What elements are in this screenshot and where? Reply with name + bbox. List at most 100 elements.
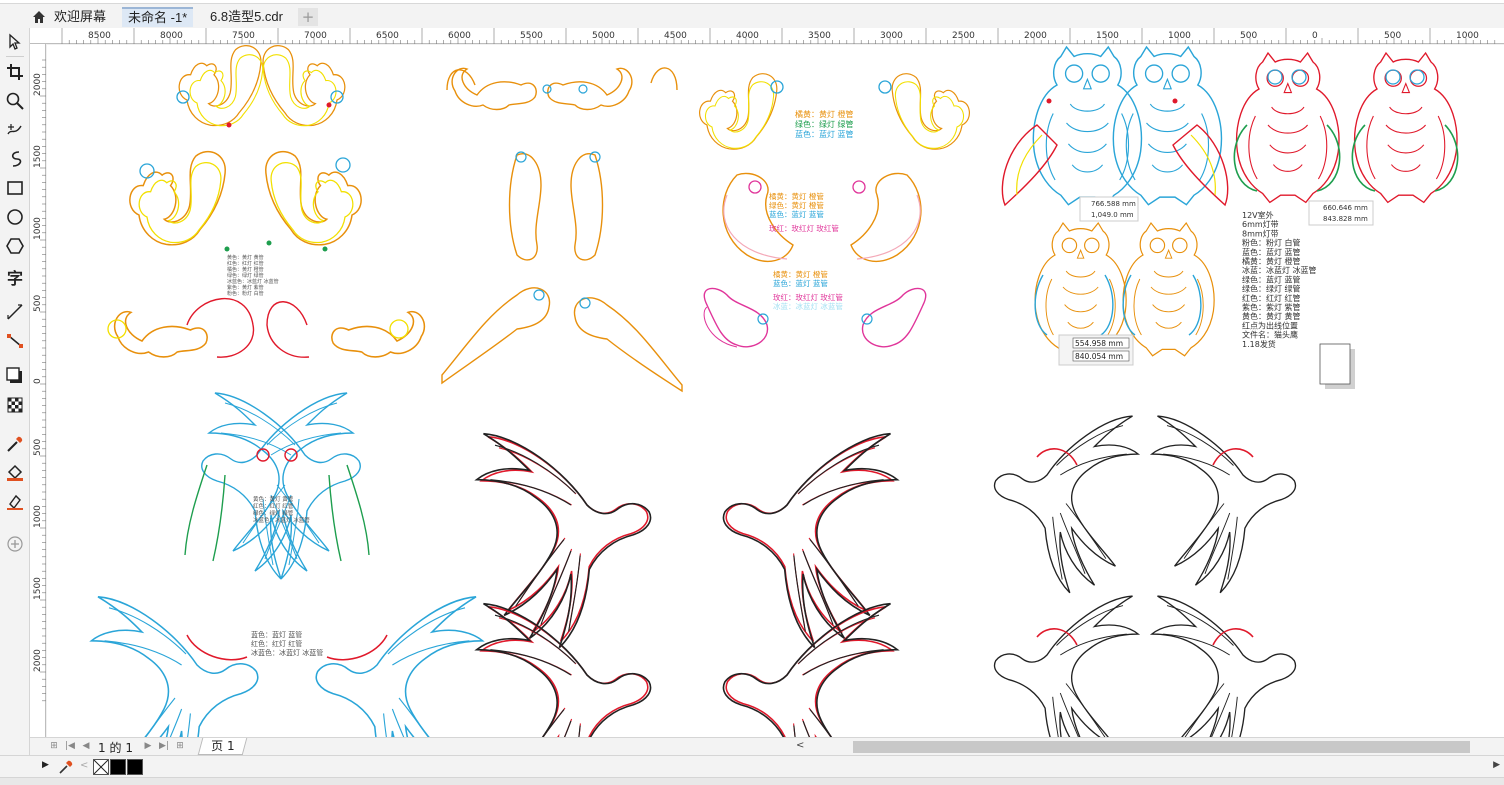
svg-text:660.646 mm: 660.646 mm — [1323, 204, 1368, 212]
ruler-top-label: 7500 — [232, 31, 255, 41]
svg-text:蓝色：蓝灯 蓝管: 蓝色：蓝灯 蓝管 — [795, 129, 854, 139]
interactive-fill-icon[interactable] — [3, 461, 27, 485]
page-counter: 1 的 1 — [98, 741, 133, 755]
svg-text:绿色：绿灯 绿管: 绿色：绿灯 绿管 — [227, 272, 264, 279]
dimension-box-3[interactable]: 554.958 mm 840.054 mm — [1058, 334, 1134, 366]
polygon-tool-icon[interactable] — [3, 234, 27, 258]
swatch-none[interactable] — [93, 759, 109, 775]
smart-fill-icon[interactable] — [3, 490, 27, 514]
ruler-left-label: 0 — [33, 378, 43, 384]
svg-text:绿色：绿灯 绿管: 绿色：绿灯 绿管 — [253, 509, 294, 517]
squirrel-leap-pair[interactable] — [441, 287, 683, 393]
svg-text:橘色：黄灯 橙管: 橘色：黄灯 橙管 — [227, 266, 264, 273]
text-tool-icon[interactable]: 字 — [3, 265, 27, 289]
add-tool-icon[interactable] — [3, 532, 27, 556]
horizontal-scrollbar-thumb[interactable] — [853, 741, 1470, 753]
svg-text:红色：红灯 红管: 红色：红灯 红管 — [227, 260, 264, 267]
insert-page-after-icon[interactable]: ⊞ — [174, 740, 186, 752]
svg-text:红色：红灯 红管: 红色：红灯 红管 — [253, 502, 294, 510]
squirrel-pair-3[interactable] — [107, 298, 426, 358]
transparency-icon[interactable] — [3, 393, 27, 417]
squirrel-notes-2: 橘黄：黄灯 橙管 绿色：绿灯 绿管 蓝色：蓝灯 蓝管 — [795, 109, 854, 139]
owl-note-line: 12V室外 — [1242, 210, 1274, 220]
svg-text:橘黄：黄灯 橙管: 橘黄：黄灯 橙管 — [769, 191, 824, 201]
connector-tool-icon[interactable] — [3, 329, 27, 353]
svg-text:玫红：玫红灯 玫红管: 玫红：玫红灯 玫红管 — [773, 292, 843, 302]
svg-text:黄色：黄灯 黄管: 黄色：黄灯 黄管 — [227, 254, 264, 261]
home-icon[interactable] — [32, 10, 46, 24]
svg-text:绿色：绿灯 绿管: 绿色：绿灯 绿管 — [795, 119, 854, 129]
insert-page-before-icon[interactable]: ⊞ — [48, 740, 60, 752]
tab-untitled[interactable]: 未命名 -1* — [122, 7, 194, 27]
page-tab-1[interactable]: 页 1 — [197, 738, 248, 755]
first-page-icon[interactable]: |◀ — [64, 740, 76, 752]
parrot-pair-red-1[interactable] — [475, 432, 899, 649]
svg-text:554.958 mm: 554.958 mm — [1075, 339, 1123, 348]
menu-strip — [0, 0, 1504, 4]
swatch-black-1[interactable] — [110, 759, 126, 775]
ruler-top-label: 2000 — [1024, 31, 1047, 41]
parallel-dimension-icon[interactable] — [3, 300, 27, 324]
ruler-left-label: 500 — [33, 439, 43, 456]
last-page-icon[interactable]: ▶| — [158, 740, 170, 752]
svg-text:843.828 mm: 843.828 mm — [1323, 215, 1368, 223]
rectangle-tool-icon[interactable] — [3, 176, 27, 200]
artistic-media-icon[interactable] — [3, 147, 27, 171]
vertical-ruler[interactable]: 2000 1500 1000 500 0 500 1000 1500 2000 — [30, 44, 46, 737]
prev-page-icon[interactable]: ◀ — [80, 740, 92, 752]
tab-cdr-file[interactable]: 6.8造型5.cdr — [204, 7, 289, 27]
document-palette: ▶ < ▶ — [0, 755, 1504, 777]
scroll-left-icon[interactable]: < — [796, 740, 804, 751]
ruler-left-label: 1500 — [33, 145, 43, 168]
eyedropper-palette-icon[interactable] — [58, 759, 74, 775]
squirrel-notes-3: 橘黄：黄灯 橙管 绿色：黄灯 橙管 蓝色：蓝灯 蓝管 玫红：玫红灯 玫红管 — [769, 191, 839, 233]
svg-text:橘黄：黄灯 橙管: 橘黄：黄灯 橙管 — [773, 269, 828, 279]
ruler-top-label: 1000 — [1168, 31, 1191, 41]
pick-tool-icon[interactable] — [3, 30, 27, 54]
palette-expand-icon[interactable]: ▶ — [42, 760, 49, 770]
ellipse-tool-icon[interactable] — [3, 205, 27, 229]
squirrel-pair-2[interactable] — [129, 150, 362, 252]
horizontal-ruler[interactable]: 8500 8000 7500 7000 6500 6000 5500 5000 4500 4000… — [30, 28, 1504, 44]
owl-note-line: 文件名：猫头鹰 — [1242, 330, 1298, 340]
svg-text:蓝色：蓝灯 蓝管: 蓝色：蓝灯 蓝管 — [251, 630, 302, 639]
eyedropper-icon[interactable] — [3, 432, 27, 456]
squirrel-climb-pair[interactable] — [508, 151, 604, 261]
svg-text:蓝色：蓝灯 蓝管: 蓝色：蓝灯 蓝管 — [769, 209, 824, 219]
owl-note-line: 红点为出线位置 — [1242, 320, 1298, 330]
page-outline — [1319, 343, 1351, 385]
crop-tool-icon[interactable] — [3, 60, 27, 84]
drawing-canvas[interactable]: 黄色：黄灯 黄管 红色：红灯 红管 橘色：黄灯 橙管 绿色：绿灯 绿管 冰蓝色：… — [47, 45, 1504, 737]
freehand-tool-icon[interactable] — [3, 118, 27, 142]
owl-pair-green[interactable] — [1233, 52, 1459, 204]
svg-text:绿色：黄灯 橙管: 绿色：黄灯 橙管 — [769, 200, 824, 210]
ruler-left-label: 2000 — [33, 649, 43, 672]
add-tab-button[interactable]: + — [298, 8, 318, 26]
next-page-icon[interactable]: ▶ — [142, 740, 154, 752]
toolbox: 字 — [0, 28, 30, 755]
palette-menu-icon[interactable]: ▶ — [1493, 760, 1500, 770]
parrot-pair-black-2[interactable] — [993, 595, 1297, 737]
zoom-tool-icon[interactable] — [3, 89, 27, 113]
owl-pair-colored[interactable] — [1001, 46, 1229, 207]
tab-welcome[interactable]: 欢迎屏幕 — [48, 7, 112, 27]
squirrel-run-pair[interactable] — [446, 67, 678, 111]
parrot-pair-blue-green[interactable] — [184, 392, 370, 580]
swatch-black-2[interactable] — [127, 759, 143, 775]
parrot-pair-red-2[interactable] — [475, 602, 899, 737]
drop-shadow-icon[interactable] — [3, 364, 27, 388]
dimension-box-2[interactable]: 660.646 mm 843.828 mm — [1308, 200, 1374, 226]
ruler-top-label: 500 — [1384, 31, 1401, 41]
owl-note-line: 冰蓝：冰蓝灯 冰蓝管 — [1242, 265, 1317, 275]
svg-text:粉色：粉灯 白管: 粉色：粉灯 白管 — [227, 290, 264, 297]
dimension-box-1[interactable]: 766.588 mm 1,049.0 mm — [1079, 196, 1139, 222]
palette-scroll-left-icon[interactable]: < — [80, 760, 88, 771]
ruler-top-label: 6500 — [376, 31, 399, 41]
owl-notes: 12V室外6mm灯带8mm灯带粉色：粉灯 白管蓝色：蓝灯 蓝管橘黄：黄灯 橙管冰… — [1242, 210, 1317, 349]
parrot-pair-blue-red[interactable] — [90, 596, 484, 737]
squirrel-pair-1[interactable] — [176, 45, 346, 128]
ruler-top-label: 5000 — [592, 31, 615, 41]
ruler-top-label: 7000 — [304, 31, 327, 41]
parrot-pair-black-1[interactable] — [993, 415, 1297, 594]
squirrel-notes-4: 橘黄：黄灯 橙管 蓝色：蓝灯 蓝管 玫红：玫红灯 玫红管 冰蓝：冰蓝灯 冰蓝管 — [773, 269, 843, 311]
